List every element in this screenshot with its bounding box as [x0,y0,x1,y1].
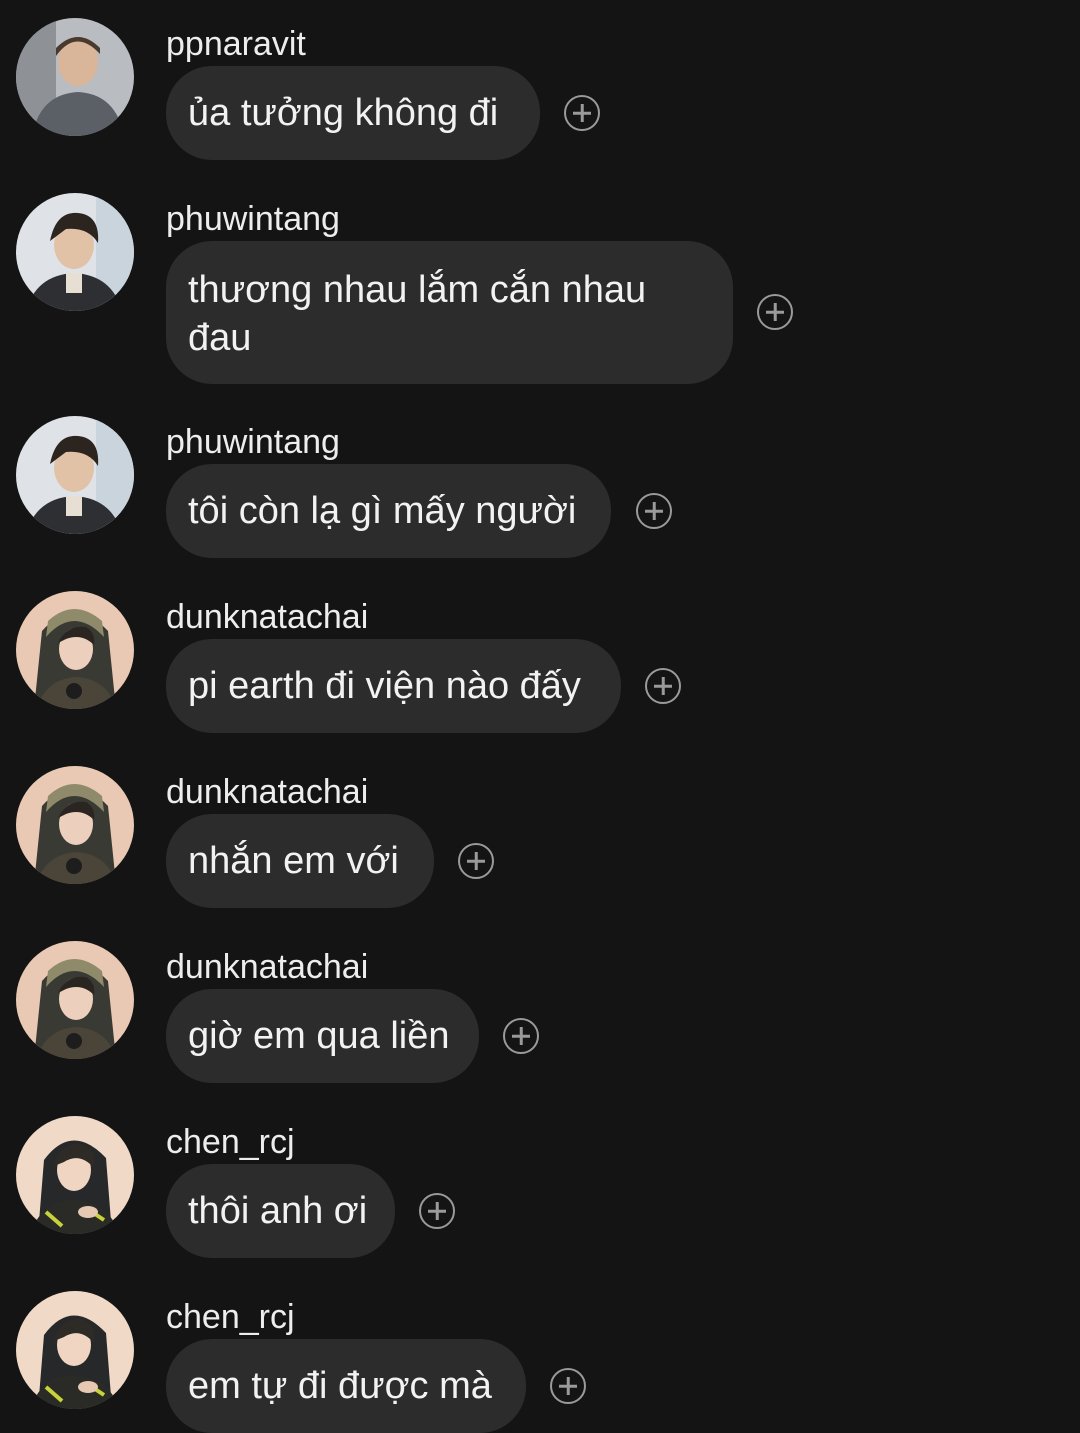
message-bubble[interactable]: pi earth đi viện nào đấy [166,639,621,733]
message-bubble[interactable]: giờ em qua liền [166,989,479,1083]
plus-circle-icon[interactable] [419,1193,455,1229]
message-text: nhắn em với [188,840,399,882]
message-text: giờ em qua liền [188,1015,450,1057]
message-text: tôi còn lạ gì mấy người [188,490,577,532]
message-text: em tự đi được mà [188,1365,492,1407]
message-bubble[interactable]: tôi còn lạ gì mấy người [166,464,611,558]
plus-circle-icon[interactable] [458,843,494,879]
avatar[interactable] [16,1291,134,1409]
avatar-image [16,18,134,136]
avatar-image [16,193,134,311]
message-bubble[interactable]: em tự đi được mà [166,1339,526,1433]
avatar[interactable] [16,416,134,534]
username[interactable]: ppnaravit [166,24,306,64]
avatar-image [16,766,134,884]
plus-circle-icon[interactable] [757,294,793,330]
message-text: ủa tưởng không đi [188,92,499,134]
avatar-image [16,1291,134,1409]
plus-circle-icon[interactable] [503,1018,539,1054]
username[interactable]: phuwintang [166,199,340,239]
plus-circle-icon[interactable] [636,493,672,529]
username[interactable]: dunknatachai [166,597,368,637]
avatar[interactable] [16,766,134,884]
username[interactable]: dunknatachai [166,947,368,987]
avatar[interactable] [16,941,134,1059]
message-bubble[interactable]: thương nhau lắm cắn nhau đau [166,241,733,384]
avatar-image [16,941,134,1059]
username[interactable]: chen_rcj [166,1122,295,1162]
message-bubble[interactable]: ủa tưởng không đi [166,66,540,160]
plus-circle-icon[interactable] [645,668,681,704]
plus-circle-icon[interactable] [564,95,600,131]
message-text: pi earth đi viện nào đấy [188,665,581,707]
avatar-image [16,1116,134,1234]
plus-circle-icon[interactable] [550,1368,586,1404]
message-bubble[interactable]: nhắn em với [166,814,434,908]
avatar[interactable] [16,1116,134,1234]
avatar[interactable] [16,591,134,709]
message-text: thương nhau lắm cắn nhau đau [188,268,647,359]
username[interactable]: phuwintang [166,422,340,462]
avatar-image [16,416,134,534]
message-bubble[interactable]: thôi anh ơi [166,1164,395,1258]
avatar[interactable] [16,18,134,136]
avatar-image [16,591,134,709]
message-text: thôi anh ơi [188,1190,368,1232]
username[interactable]: chen_rcj [166,1297,295,1337]
avatar[interactable] [16,193,134,311]
username[interactable]: dunknatachai [166,772,368,812]
